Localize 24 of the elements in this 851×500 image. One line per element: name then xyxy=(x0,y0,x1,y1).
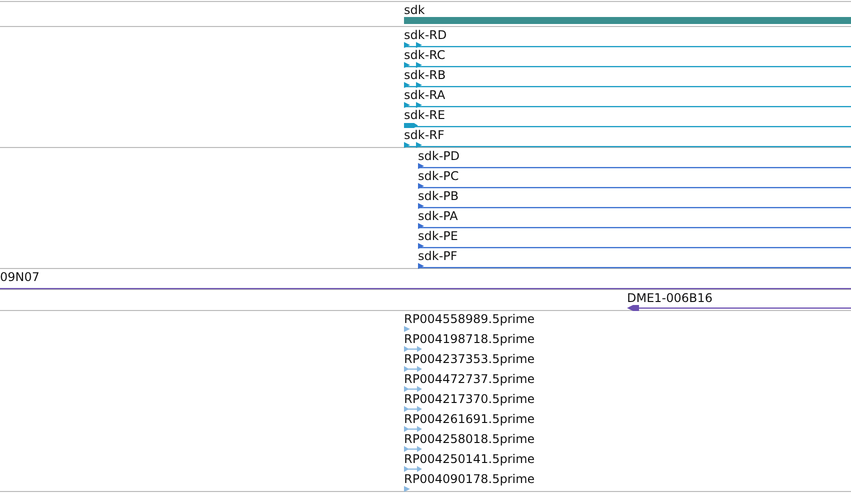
feature-label: RP004558989.5prime xyxy=(404,312,535,326)
feature-label: RP004198718.5prime xyxy=(404,332,535,346)
feature-label: sdk-PE xyxy=(418,229,458,243)
feature-label: sdk-RF xyxy=(404,128,444,142)
feature-label: sdk-RE xyxy=(404,108,446,122)
feature-label: DME1-006B16 xyxy=(627,291,713,305)
feature-label: sdk-RA xyxy=(404,88,446,102)
feature-label: sdk-RC xyxy=(404,48,446,62)
feature-label: sdk-PA xyxy=(418,209,458,223)
feature-label: sdk-PD xyxy=(418,149,460,163)
feature-label: 09N07 xyxy=(0,270,40,284)
feature-label: sdk-PC xyxy=(418,169,459,183)
feature-label: RP004237353.5prime xyxy=(404,352,535,366)
feature-label: RP004090178.5prime xyxy=(404,472,535,486)
feature-label: RP004261691.5prime xyxy=(404,412,535,426)
feature-label: sdk-RD xyxy=(404,28,447,42)
feature-label: sdk xyxy=(404,3,425,17)
feature-label: sdk-RB xyxy=(404,68,446,82)
feature-label: RP004250141.5prime xyxy=(404,452,535,466)
feature-label: sdk-PB xyxy=(418,189,459,203)
feature-label: RP004258018.5prime xyxy=(404,432,535,446)
feature-label: sdk-PF xyxy=(418,249,458,263)
feature-label: RP004217370.5prime xyxy=(404,392,535,406)
feature-label: RP004472737.5prime xyxy=(404,372,535,386)
